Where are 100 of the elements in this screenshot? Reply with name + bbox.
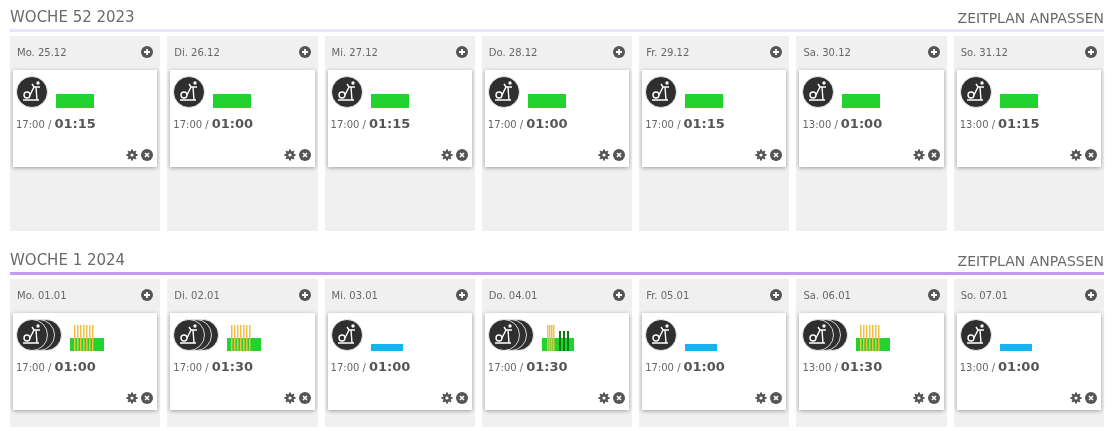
- workout-profile-drawing: [999, 94, 1038, 108]
- workout-profile-drawing: [685, 344, 718, 351]
- settings-icon[interactable]: [755, 149, 768, 161]
- start-time: 17:00 /: [173, 119, 209, 130]
- settings-icon[interactable]: [912, 149, 925, 161]
- workout-profile-drawing: [541, 325, 574, 351]
- day-label: Mo. 25.12: [17, 46, 67, 58]
- add-icon[interactable]: [613, 46, 626, 58]
- day-label: Fr. 05.01: [646, 289, 690, 301]
- start-time: 17:00 /: [16, 119, 52, 130]
- add-icon[interactable]: [770, 289, 783, 301]
- workout-card[interactable]: 17:00 / 01:00: [170, 70, 315, 167]
- workout-card[interactable]: 17:00 / 01:30: [170, 313, 315, 410]
- close-icon[interactable]: [770, 392, 783, 404]
- adjust-schedule-link[interactable]: ZEITPLAN ANPASSEN: [957, 253, 1104, 269]
- add-icon[interactable]: [455, 46, 468, 58]
- add-icon[interactable]: [455, 289, 468, 301]
- close-icon[interactable]: [298, 149, 311, 161]
- day-label: Mi. 27.12: [331, 46, 378, 58]
- close-icon[interactable]: [455, 392, 468, 404]
- workout-card[interactable]: 17:00 / 01:15: [13, 70, 158, 167]
- workout-profile-drawing: [685, 94, 724, 108]
- workout-card[interactable]: 17:00 / 01:00: [327, 313, 472, 410]
- close-icon[interactable]: [927, 392, 940, 404]
- add-icon[interactable]: [927, 46, 940, 58]
- start-time: 17:00 /: [645, 119, 681, 130]
- add-icon[interactable]: [1085, 46, 1097, 58]
- day-label: So. 31.12: [960, 46, 1008, 58]
- settings-icon[interactable]: [283, 149, 296, 161]
- settings-icon[interactable]: [755, 392, 768, 404]
- add-icon[interactable]: [141, 46, 154, 58]
- start-time: 13:00 /: [802, 362, 838, 373]
- workout-card[interactable]: 17:00 / 01:00: [484, 70, 630, 167]
- settings-icon[interactable]: [912, 392, 925, 404]
- settings-icon[interactable]: [126, 392, 139, 404]
- workout-profile-drawing: [213, 94, 252, 108]
- add-icon[interactable]: [770, 46, 783, 58]
- workout-card[interactable]: 17:00 / 01:15: [642, 70, 787, 167]
- start-time: 13:00 /: [959, 119, 996, 130]
- workout-card[interactable]: 13:00 / 01:15: [956, 70, 1101, 167]
- close-icon[interactable]: [613, 149, 626, 161]
- day-label: Fr. 29.12: [646, 46, 690, 58]
- add-icon[interactable]: [927, 289, 940, 301]
- add-icon[interactable]: [298, 289, 311, 301]
- settings-icon[interactable]: [1070, 392, 1082, 404]
- settings-icon[interactable]: [598, 149, 611, 161]
- workout-card[interactable]: 17:00 / 01:00: [642, 313, 787, 410]
- add-icon[interactable]: [1085, 289, 1097, 301]
- workout-duration: 01:30: [526, 359, 568, 374]
- workout-card[interactable]: 17:00 / 01:15: [327, 70, 472, 167]
- week-title: WOCHE 1 2024: [10, 251, 126, 269]
- day-label: Do. 04.01: [488, 289, 538, 301]
- start-time: 17:00 /: [645, 362, 681, 373]
- settings-icon[interactable]: [440, 149, 453, 161]
- close-icon[interactable]: [141, 392, 154, 404]
- start-time: 17:00 /: [173, 362, 209, 373]
- settings-icon[interactable]: [283, 392, 296, 404]
- workout-profile-drawing: [856, 325, 891, 351]
- workout-duration: 01:00: [840, 116, 883, 131]
- close-icon[interactable]: [613, 392, 626, 404]
- workout-duration: 01:15: [54, 116, 96, 131]
- workout-duration: 01:00: [683, 359, 725, 374]
- week-title: WOCHE 52 2023: [10, 8, 135, 26]
- close-icon[interactable]: [770, 149, 783, 161]
- workout-card[interactable]: 13:00 / 01:30: [799, 313, 944, 410]
- workout-card[interactable]: 13:00 / 01:00: [956, 313, 1101, 410]
- workout-duration: 01:30: [840, 359, 883, 374]
- workout-profile-drawing: [227, 325, 262, 351]
- add-icon[interactable]: [298, 46, 311, 58]
- start-time: 17:00 /: [330, 362, 366, 373]
- close-icon[interactable]: [927, 149, 940, 161]
- day-label: Di. 02.01: [174, 289, 220, 301]
- workout-card[interactable]: 17:00 / 01:00: [13, 313, 158, 410]
- add-icon[interactable]: [141, 289, 154, 301]
- settings-icon[interactable]: [440, 392, 453, 404]
- start-time: 13:00 /: [959, 362, 996, 373]
- workout-duration: 01:15: [683, 116, 725, 131]
- close-icon[interactable]: [1085, 392, 1097, 404]
- workout-profile-drawing: [527, 94, 566, 108]
- workout-card[interactable]: 17:00 / 01:30: [484, 313, 630, 410]
- day-label: Mo. 01.01: [17, 289, 67, 301]
- settings-icon[interactable]: [1070, 149, 1082, 161]
- day-label: Do. 28.12: [488, 46, 538, 58]
- day-label: Sa. 30.12: [803, 46, 851, 58]
- settings-icon[interactable]: [598, 392, 611, 404]
- settings-icon[interactable]: [126, 149, 139, 161]
- workout-duration: 01:15: [368, 116, 411, 131]
- workout-duration: 01:00: [526, 116, 568, 131]
- workout-duration: 01:30: [211, 359, 254, 374]
- close-icon[interactable]: [141, 149, 154, 161]
- workout-profile-drawing: [842, 94, 881, 108]
- workout-card[interactable]: 13:00 / 01:00: [799, 70, 944, 167]
- close-icon[interactable]: [298, 392, 311, 404]
- start-time: 17:00 /: [16, 362, 52, 373]
- add-icon[interactable]: [613, 289, 626, 301]
- close-icon[interactable]: [1085, 149, 1097, 161]
- close-icon[interactable]: [455, 149, 468, 161]
- workout-profile-drawing: [999, 344, 1032, 351]
- workout-duration: 01:00: [211, 116, 254, 131]
- adjust-schedule-link[interactable]: ZEITPLAN ANPASSEN: [957, 10, 1104, 26]
